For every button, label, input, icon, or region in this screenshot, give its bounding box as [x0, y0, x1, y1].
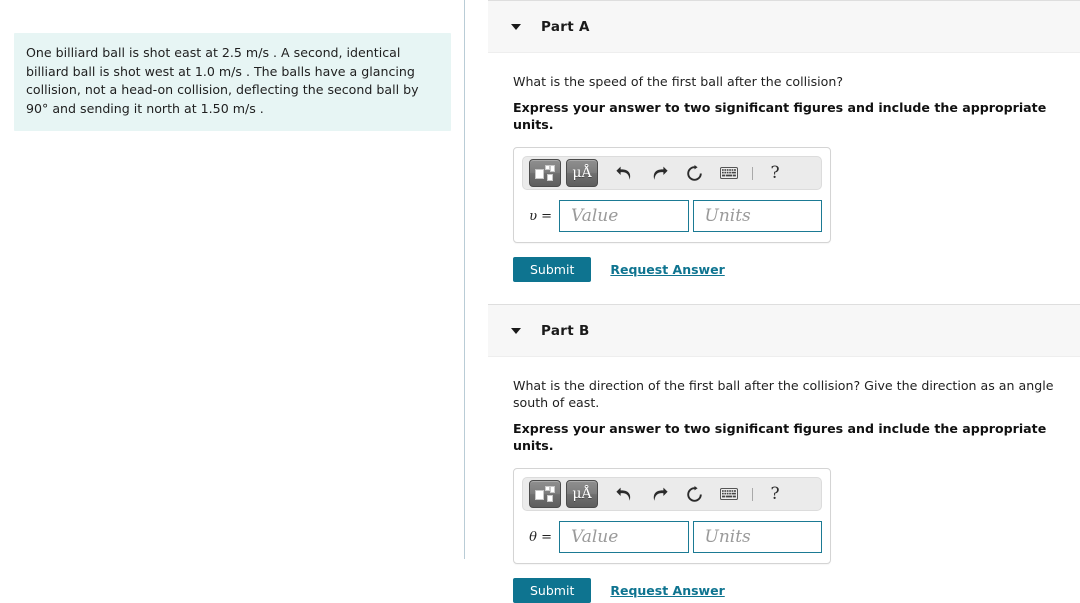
reset-icon[interactable] [681, 160, 707, 186]
undo-icon[interactable] [611, 160, 637, 186]
redo-icon[interactable] [646, 160, 672, 186]
units-icon-label: μÅ [572, 165, 592, 181]
problem-statement-box: One billiard ball is shot east at 2.5 m/… [14, 33, 451, 131]
part-a-header[interactable]: Part A [488, 0, 1080, 53]
part-b-question: What is the direction of the first ball … [513, 378, 1054, 410]
toolbar-divider [752, 166, 753, 180]
part-a-request-answer-link[interactable]: Request Answer [610, 262, 724, 277]
part-b-value-placeholder: Value [571, 527, 619, 547]
help-icon-label: ? [770, 162, 780, 183]
redo-icon[interactable] [646, 481, 672, 507]
part-b-body: What is the direction of the first ball … [465, 377, 1080, 603]
part-a-actions: Submit Request Answer [513, 257, 1066, 282]
page-root: One billiard ball is shot east at 2.5 m/… [0, 0, 1080, 603]
part-b-instruction: Express your answer to two significant f… [513, 421, 1047, 453]
units-icon[interactable]: μÅ [566, 480, 598, 508]
part-spacer [465, 282, 1080, 304]
math-template-icon[interactable] [529, 480, 561, 508]
part-b-variable-label: θ = [529, 529, 552, 545]
units-icon[interactable]: μÅ [566, 159, 598, 187]
part-a-input-row: υ = Value Units [522, 200, 822, 232]
part-a-value-input[interactable]: Value [559, 200, 689, 232]
part-section-b: Part B What is the direction of the firs… [465, 304, 1080, 603]
math-template-icon[interactable] [529, 159, 561, 187]
part-a-submit-button[interactable]: Submit [513, 257, 592, 282]
help-icon[interactable]: ? [762, 160, 788, 186]
reset-icon[interactable] [681, 481, 707, 507]
part-b-answer-box: μÅ ? θ = Value Units [513, 468, 831, 564]
part-a-value-placeholder: Value [571, 206, 619, 226]
part-b-title: Part B [541, 322, 590, 339]
part-b-input-row: θ = Value Units [522, 521, 822, 553]
part-b-units-placeholder: Units [704, 527, 751, 547]
part-b-actions: Submit Request Answer [513, 578, 1066, 603]
part-a-toolbar: μÅ ? [522, 156, 822, 190]
problem-statement-text: One billiard ball is shot east at 2.5 m/… [26, 45, 419, 116]
part-a-units-input[interactable]: Units [692, 200, 822, 232]
part-b-header[interactable]: Part B [488, 304, 1080, 357]
help-icon-label: ? [770, 483, 780, 504]
part-b-value-input[interactable]: Value [559, 521, 689, 553]
part-a-instruction: Express your answer to two significant f… [513, 100, 1047, 132]
undo-icon[interactable] [611, 481, 637, 507]
part-a-title: Part A [541, 18, 590, 35]
help-icon[interactable]: ? [762, 481, 788, 507]
part-a-units-placeholder: Units [704, 206, 751, 226]
part-section-a: Part A What is the speed of the first ba… [465, 0, 1080, 282]
part-a-question: What is the speed of the first ball afte… [513, 74, 844, 89]
keyboard-icon[interactable] [716, 481, 742, 507]
units-icon-label: μÅ [572, 486, 592, 502]
part-a-body: What is the speed of the first ball afte… [465, 73, 1080, 282]
part-b-units-input[interactable]: Units [692, 521, 822, 553]
toolbar-divider [752, 487, 753, 501]
part-a-answer-box: μÅ ? υ = Value Units [513, 147, 831, 243]
problem-pane: One billiard ball is shot east at 2.5 m/… [0, 0, 465, 559]
part-a-variable-label: υ = [529, 208, 552, 224]
part-b-toolbar: μÅ ? [522, 477, 822, 511]
parts-pane: Part A What is the speed of the first ba… [465, 0, 1080, 603]
chevron-down-icon[interactable] [511, 23, 521, 30]
part-b-request-answer-link[interactable]: Request Answer [610, 583, 724, 598]
part-b-submit-button[interactable]: Submit [513, 578, 592, 603]
keyboard-icon[interactable] [716, 160, 742, 186]
chevron-down-icon[interactable] [511, 327, 521, 334]
